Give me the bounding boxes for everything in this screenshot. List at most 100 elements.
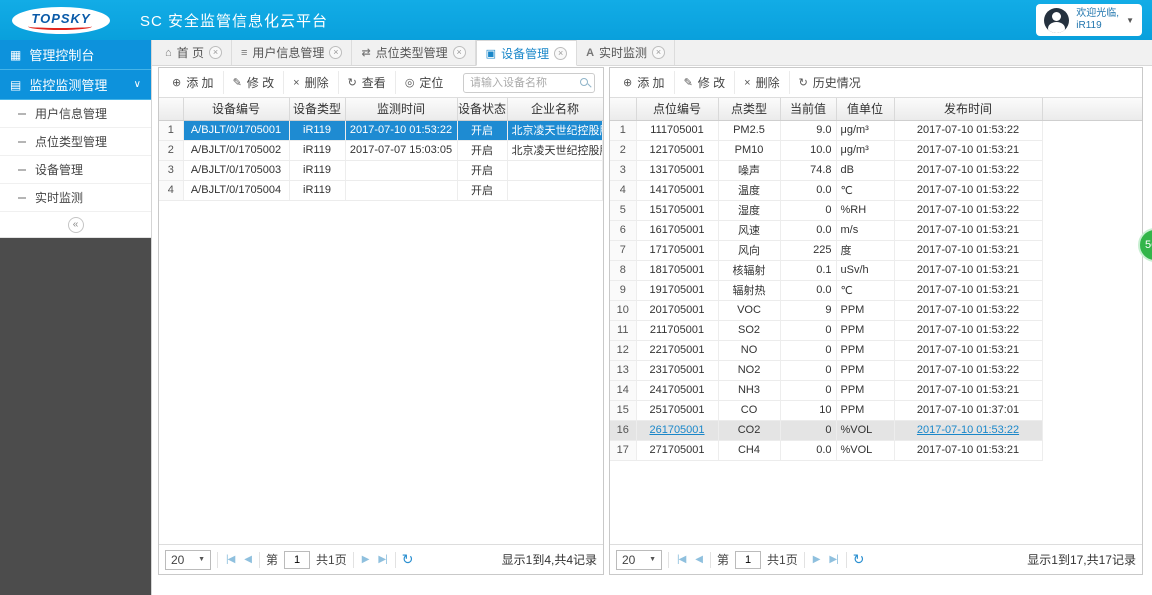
sidebar-item[interactable]: 用户信息管理 <box>0 100 151 128</box>
tab-close-icon[interactable]: × <box>652 46 666 59</box>
row-number: 14 <box>610 380 637 401</box>
last-page-button[interactable]: ▶| <box>827 554 839 565</box>
device-row[interactable]: 4 A/BJLT/0/1705004 iR119 开启 <box>159 180 603 201</box>
first-page-button[interactable]: |◀ <box>224 554 236 565</box>
cell-point-id: 211705001 <box>636 320 719 341</box>
device-row[interactable]: 1 A/BJLT/0/1705001 iR119 2017-07-10 01:5… <box>159 120 603 141</box>
prev-page-button[interactable]: ◀ <box>242 554 253 565</box>
toolbar-button[interactable]: × 删除 <box>734 71 788 94</box>
last-page-button[interactable]: ▶| <box>376 554 388 565</box>
refresh-icon[interactable]: ↻ <box>402 551 414 568</box>
page-size-select[interactable]: 20 ▼ <box>165 549 211 570</box>
row-number: 9 <box>610 280 637 301</box>
device-row[interactable]: 2 A/BJLT/0/1705002 iR119 2017-07-07 15:0… <box>159 140 603 161</box>
point-row[interactable]: 11 211705001 SO2 0 PPM 2017-07-10 01:53:… <box>610 320 1142 341</box>
toolbar-button[interactable]: ↻ 查看 <box>337 71 395 94</box>
sidebar-menu: 用户信息管理 点位类型管理 设备管理 实时监测 <box>0 100 151 212</box>
sidebar-section-console[interactable]: ▦ 管理控制台 <box>0 40 151 70</box>
point-row[interactable]: 13 231705001 NO2 0 PPM 2017-07-10 01:53:… <box>610 360 1142 381</box>
collapse-sidebar-button[interactable]: « <box>67 216 84 233</box>
point-row[interactable]: 3 131705001 噪声 74.8 dB 2017-07-10 01:53:… <box>610 160 1142 181</box>
tab[interactable]: ▣ 设备管理 × <box>475 40 578 66</box>
tab-close-icon[interactable]: × <box>329 46 343 59</box>
separator <box>845 551 847 568</box>
sidebar-item[interactable]: 实时监测 <box>0 184 151 212</box>
next-page-button[interactable]: ▶ <box>811 554 822 565</box>
sidebar-section-monitoring[interactable]: ▤ 监控监测管理 ∨ <box>0 70 151 100</box>
cell-device-type: iR119 <box>289 140 346 161</box>
cell-monitor-time: 2017-07-10 01:53:22 <box>345 120 458 141</box>
tab[interactable]: ⇄ 点位类型管理 × <box>352 40 476 65</box>
point-row[interactable]: 10 201705001 VOC 9 PPM 2017-07-10 01:53:… <box>610 300 1142 321</box>
toolbar-button[interactable]: ⊕ 添 加 <box>163 71 223 94</box>
next-page-button[interactable]: ▶ <box>360 554 371 565</box>
point-row[interactable]: 12 221705001 NO 0 PPM 2017-07-10 01:53:2… <box>610 340 1142 361</box>
sidebar-item[interactable]: 点位类型管理 <box>0 128 151 156</box>
point-row[interactable]: 8 181705001 核辐射 0.1 uSv/h 2017-07-10 01:… <box>610 260 1142 281</box>
cell-publish-time: 2017-07-10 01:53:21 <box>894 440 1043 461</box>
page-number-input[interactable] <box>735 550 762 569</box>
toolbar-button[interactable]: ✎ 修 改 <box>673 71 735 94</box>
cell-publish-time: 2017-07-10 01:53:21 <box>894 380 1043 401</box>
refresh-icon[interactable]: ↻ <box>853 551 865 568</box>
first-page-button[interactable]: |◀ <box>675 554 687 565</box>
logo-swoosh-icon <box>28 23 92 30</box>
search-icon[interactable] <box>580 77 588 86</box>
point-grid-area: 点位编号 点类型 当前值 值单位 发布时间 1 111705001 PM2.5 9.0 <box>610 98 1142 544</box>
point-row[interactable]: 15 251705001 CO 10 PPM 2017-07-10 01:37:… <box>610 400 1142 421</box>
cell-current-value: 9.0 <box>780 120 837 141</box>
topsky-logo[interactable]: TOPSKY <box>12 6 110 34</box>
toolbar-button-icon: ↻ <box>798 77 808 89</box>
point-row[interactable]: 5 151705001 湿度 0 %RH 2017-07-10 01:53:22 <box>610 200 1142 221</box>
cell-current-value: 0.0 <box>780 180 837 201</box>
point-row[interactable]: 14 241705001 NH3 0 PPM 2017-07-10 01:53:… <box>610 380 1142 401</box>
point-row[interactable]: 6 161705001 风速 0.0 m/s 2017-07-10 01:53:… <box>610 220 1142 241</box>
toolbar-button[interactable]: ↻ 历史情况 <box>788 71 870 94</box>
search-input[interactable] <box>463 72 595 93</box>
page-label: 第 <box>717 553 730 567</box>
monitor-icon: ▤ <box>10 77 22 92</box>
cell-point-type: PM10 <box>718 140 781 161</box>
prev-page-button[interactable]: ◀ <box>693 554 704 565</box>
sidebar-item[interactable]: 设备管理 <box>0 156 151 184</box>
tab-label: 用户信息管理 <box>252 46 325 60</box>
point-row[interactable]: 16 261705001 CO2 0 %VOL 2017-07-10 01:53… <box>610 420 1142 441</box>
cell-value-unit: ℃ <box>836 280 895 301</box>
pager-summary: 显示1到4,共4记录 <box>501 553 597 567</box>
cell-publish-time: 2017-07-10 01:53:21 <box>894 220 1043 241</box>
tab[interactable]: ≡ 用户信息管理 × <box>232 40 353 65</box>
sidebar-item-label: 点位类型管理 <box>35 135 108 149</box>
point-row[interactable]: 17 271705001 CH4 0.0 %VOL 2017-07-10 01:… <box>610 440 1142 461</box>
page-number-input[interactable] <box>284 550 311 569</box>
toolbar-button[interactable]: ⊕ 添 加 <box>614 71 674 94</box>
cell-point-type: 风向 <box>718 240 781 261</box>
cell-point-type: NH3 <box>718 380 781 401</box>
point-row[interactable]: 7 171705001 风向 225 度 2017-07-10 01:53:21 <box>610 240 1142 261</box>
cell-value-unit: PPM <box>836 360 895 381</box>
page-size-select[interactable]: 20 ▼ <box>616 549 662 570</box>
point-row[interactable]: 9 191705001 辐射热 0.0 ℃ 2017-07-10 01:53:2… <box>610 280 1142 301</box>
toolbar-button-label: 查看 <box>361 76 386 90</box>
cell-publish-time: 2017-07-10 01:53:22 <box>894 420 1043 441</box>
tab-close-icon[interactable]: × <box>209 46 222 59</box>
cell-filler <box>1042 180 1142 200</box>
point-row[interactable]: 4 141705001 温度 0.0 ℃ 2017-07-10 01:53:22 <box>610 180 1142 201</box>
cell-filler <box>1042 400 1142 420</box>
sidebar-section-label: 管理控制台 <box>29 48 95 63</box>
user-menu[interactable]: 欢迎光临, iR119 ▼ <box>1036 4 1142 36</box>
cell-company-name <box>507 160 603 181</box>
toolbar-button[interactable]: ◎ 定位 <box>394 71 453 94</box>
tab-close-icon[interactable]: × <box>554 46 568 60</box>
tab[interactable]: A 实时监测 × <box>577 40 676 65</box>
cell-value-unit: m/s <box>836 220 895 241</box>
device-row[interactable]: 3 A/BJLT/0/1705003 iR119 开启 <box>159 160 603 181</box>
cell-current-value: 0 <box>780 340 837 361</box>
point-table: 点位编号 点类型 当前值 值单位 发布时间 1 111705001 PM2.5 9.0 <box>610 98 1142 461</box>
tab[interactable]: ⌂ 首 页 × <box>156 40 232 65</box>
toolbar-button[interactable]: × 删除 <box>283 71 337 94</box>
point-row[interactable]: 2 121705001 PM10 10.0 μg/m³ 2017-07-10 0… <box>610 140 1142 161</box>
tab-close-icon[interactable]: × <box>452 46 466 59</box>
point-row[interactable]: 1 111705001 PM2.5 9.0 μg/m³ 2017-07-10 0… <box>610 120 1142 141</box>
device-panel: ⊕ 添 加 ✎ 修 改 × 删除 ↻ 查看 ◎ 定位 请输入设备名称 设备编号 … <box>158 67 604 575</box>
toolbar-button[interactable]: ✎ 修 改 <box>222 71 284 94</box>
